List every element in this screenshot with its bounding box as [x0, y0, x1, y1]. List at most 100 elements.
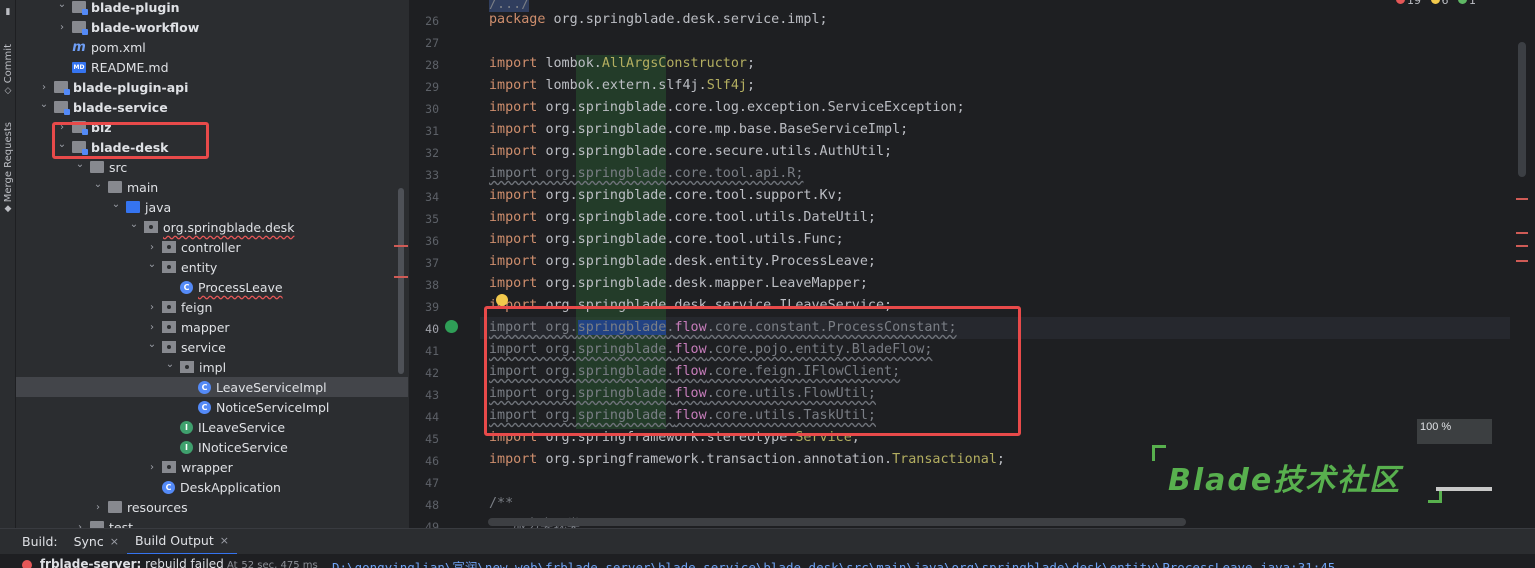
line-number[interactable]: 36 — [409, 234, 439, 248]
chevron-right-icon[interactable]: › — [92, 502, 104, 513]
tree-item[interactable]: › controller — [16, 237, 408, 257]
line-number[interactable]: 45 — [409, 432, 439, 446]
line-number[interactable]: 39 — [409, 300, 439, 314]
line-number[interactable]: 41 — [409, 344, 439, 358]
chevron-right-icon[interactable]: › — [38, 82, 50, 93]
tree-item[interactable]: › blade-plugin-api — [16, 77, 408, 97]
line-number[interactable]: 30 — [409, 102, 439, 116]
error-stripe[interactable] — [1510, 0, 1535, 528]
line-number[interactable]: 46 — [409, 454, 439, 468]
line-number[interactable]: 35 — [409, 212, 439, 226]
chevron-down-icon[interactable]: ⌄ — [128, 219, 140, 230]
tree-item[interactable]: ⌄ service — [16, 337, 408, 357]
line-number[interactable]: 28 — [409, 58, 439, 72]
line-number[interactable]: 38 — [409, 278, 439, 292]
line-number[interactable]: 42 — [409, 366, 439, 380]
tree-item-label: controller — [181, 239, 241, 255]
build-tab[interactable]: Build Output × — [126, 529, 237, 555]
line-number[interactable]: 43 — [409, 388, 439, 402]
code-line[interactable]: import org.springblade.core.tool.api.R; — [489, 163, 803, 185]
code-line[interactable]: import org.springblade.core.log.exceptio… — [489, 97, 965, 119]
tree-item[interactable]: › resources — [16, 497, 408, 517]
merge-requests-tool-tab[interactable]: Merge Requests ◆ — [0, 120, 16, 218]
line-number[interactable]: 29 — [409, 80, 439, 94]
code-line[interactable]: import lombok.AllArgsConstructor; — [489, 53, 755, 75]
tree-item[interactable]: ⌄ entity — [16, 257, 408, 277]
tree-item[interactable]: ⌄ org.springblade.desk — [16, 217, 408, 237]
error-file-link[interactable]: D:\gongyinglian\富润\new-web\frblade-serve… — [332, 557, 1335, 568]
code-line[interactable]: package org.springblade.desk.service.imp… — [489, 9, 828, 31]
tree-item[interactable]: ⌄ blade-plugin — [16, 0, 408, 17]
error-mark[interactable] — [1516, 232, 1528, 234]
line-number[interactable]: 37 — [409, 256, 439, 270]
tree-item[interactable]: ›IILeaveService — [16, 417, 408, 437]
line-number[interactable]: 34 — [409, 190, 439, 204]
code-line[interactable]: import org.springblade.core.tool.support… — [489, 185, 844, 207]
code-line[interactable]: import org.springblade.core.tool.utils.F… — [489, 229, 844, 251]
build-tree-item[interactable]: frblade-server: rebuild failed At 52 sec… — [22, 557, 318, 568]
chevron-right-icon[interactable]: › — [146, 462, 158, 473]
chevron-right-icon[interactable]: › — [56, 22, 68, 33]
code-line[interactable]: import lombok.extern.slf4j.Slf4j; — [489, 75, 755, 97]
error-mark[interactable] — [1516, 260, 1528, 262]
code-line[interactable]: import org.springblade.core.secure.utils… — [489, 141, 892, 163]
code-line[interactable]: import org.springblade.core.mp.base.Base… — [489, 119, 908, 141]
tree-item[interactable]: › mapper — [16, 317, 408, 337]
close-icon[interactable]: × — [110, 535, 119, 548]
error-mark[interactable] — [1516, 245, 1528, 247]
chevron-down-icon[interactable]: ⌄ — [110, 199, 122, 210]
tree-item[interactable]: ›CLeaveServiceImpl — [16, 377, 408, 397]
build-tab[interactable]: Sync × — [66, 529, 127, 555]
chevron-down-icon[interactable]: ⌄ — [146, 339, 158, 350]
close-icon[interactable]: × — [220, 534, 229, 547]
tree-item[interactable]: › wrapper — [16, 457, 408, 477]
chevron-right-icon[interactable]: › — [146, 302, 158, 313]
tree-item[interactable]: ⌄ src — [16, 157, 408, 177]
chevron-down-icon[interactable]: ⌄ — [38, 99, 50, 110]
chevron-down-icon[interactable]: ⌄ — [92, 179, 104, 190]
code-line[interactable]: /** — [489, 493, 513, 515]
chevron-down-icon[interactable]: ⌄ — [74, 159, 86, 170]
line-number[interactable]: 40 — [409, 322, 439, 336]
tree-item[interactable]: ⌄ java — [16, 197, 408, 217]
tree-item[interactable]: ›mpom.xml — [16, 37, 408, 57]
tree-scrollbar[interactable] — [398, 188, 404, 374]
tree-item[interactable]: ⌄ impl — [16, 357, 408, 377]
line-number[interactable]: 44 — [409, 410, 439, 424]
tree-item[interactable]: ⌄ main — [16, 177, 408, 197]
commit-tool-tab[interactable]: Commit ◇ — [0, 40, 16, 102]
line-number[interactable]: 47 — [409, 476, 439, 490]
chevron-right-icon[interactable]: › — [146, 242, 158, 253]
tree-item[interactable]: › blade-workflow — [16, 17, 408, 37]
editor-scroll-thumb[interactable] — [1518, 42, 1526, 177]
chevron-down-icon[interactable]: ⌄ — [164, 359, 176, 370]
tree-item[interactable]: ⌄ blade-service — [16, 97, 408, 117]
intention-bulb-icon[interactable] — [496, 294, 508, 306]
inspection-status[interactable]: 19 6 1 — [1390, 0, 1476, 7]
code-line[interactable]: import org.springblade.core.tool.utils.D… — [489, 207, 876, 229]
chevron-down-icon[interactable]: ⌄ — [146, 259, 158, 270]
code-line[interactable]: import org.springblade.desk.entity.Proce… — [489, 251, 876, 273]
tree-item[interactable]: ›CNoticeServiceImpl — [16, 397, 408, 417]
code-line[interactable]: import org.springblade.desk.mapper.Leave… — [489, 273, 868, 295]
line-number[interactable]: 48 — [409, 498, 439, 512]
chevron-down-icon[interactable]: ⌄ — [56, 0, 68, 10]
code-line[interactable]: import org.springframework.transaction.a… — [489, 449, 1005, 471]
line-number[interactable]: 27 — [409, 36, 439, 50]
tree-item[interactable]: › feign — [16, 297, 408, 317]
error-mark[interactable] — [1516, 198, 1528, 200]
tree-item[interactable]: ›CDeskApplication — [16, 477, 408, 497]
tree-item[interactable]: › test — [16, 517, 408, 528]
line-number[interactable]: 31 — [409, 124, 439, 138]
line-number[interactable]: 32 — [409, 146, 439, 160]
build-tab[interactable]: Build: — [14, 529, 66, 555]
horizontal-scrollbar[interactable] — [488, 518, 1186, 526]
tree-item[interactable]: ›IINoticeService — [16, 437, 408, 457]
tree-item[interactable]: ›MDREADME.md — [16, 57, 408, 77]
line-number[interactable]: 33 — [409, 168, 439, 182]
chevron-right-icon[interactable]: › — [146, 322, 158, 333]
line-number[interactable]: 26 — [409, 14, 439, 28]
tree-item[interactable]: ›CProcessLeave — [16, 277, 408, 297]
project-tool-tab[interactable]: ▮ — [0, 2, 16, 22]
gutter-run-icon[interactable] — [445, 320, 458, 333]
